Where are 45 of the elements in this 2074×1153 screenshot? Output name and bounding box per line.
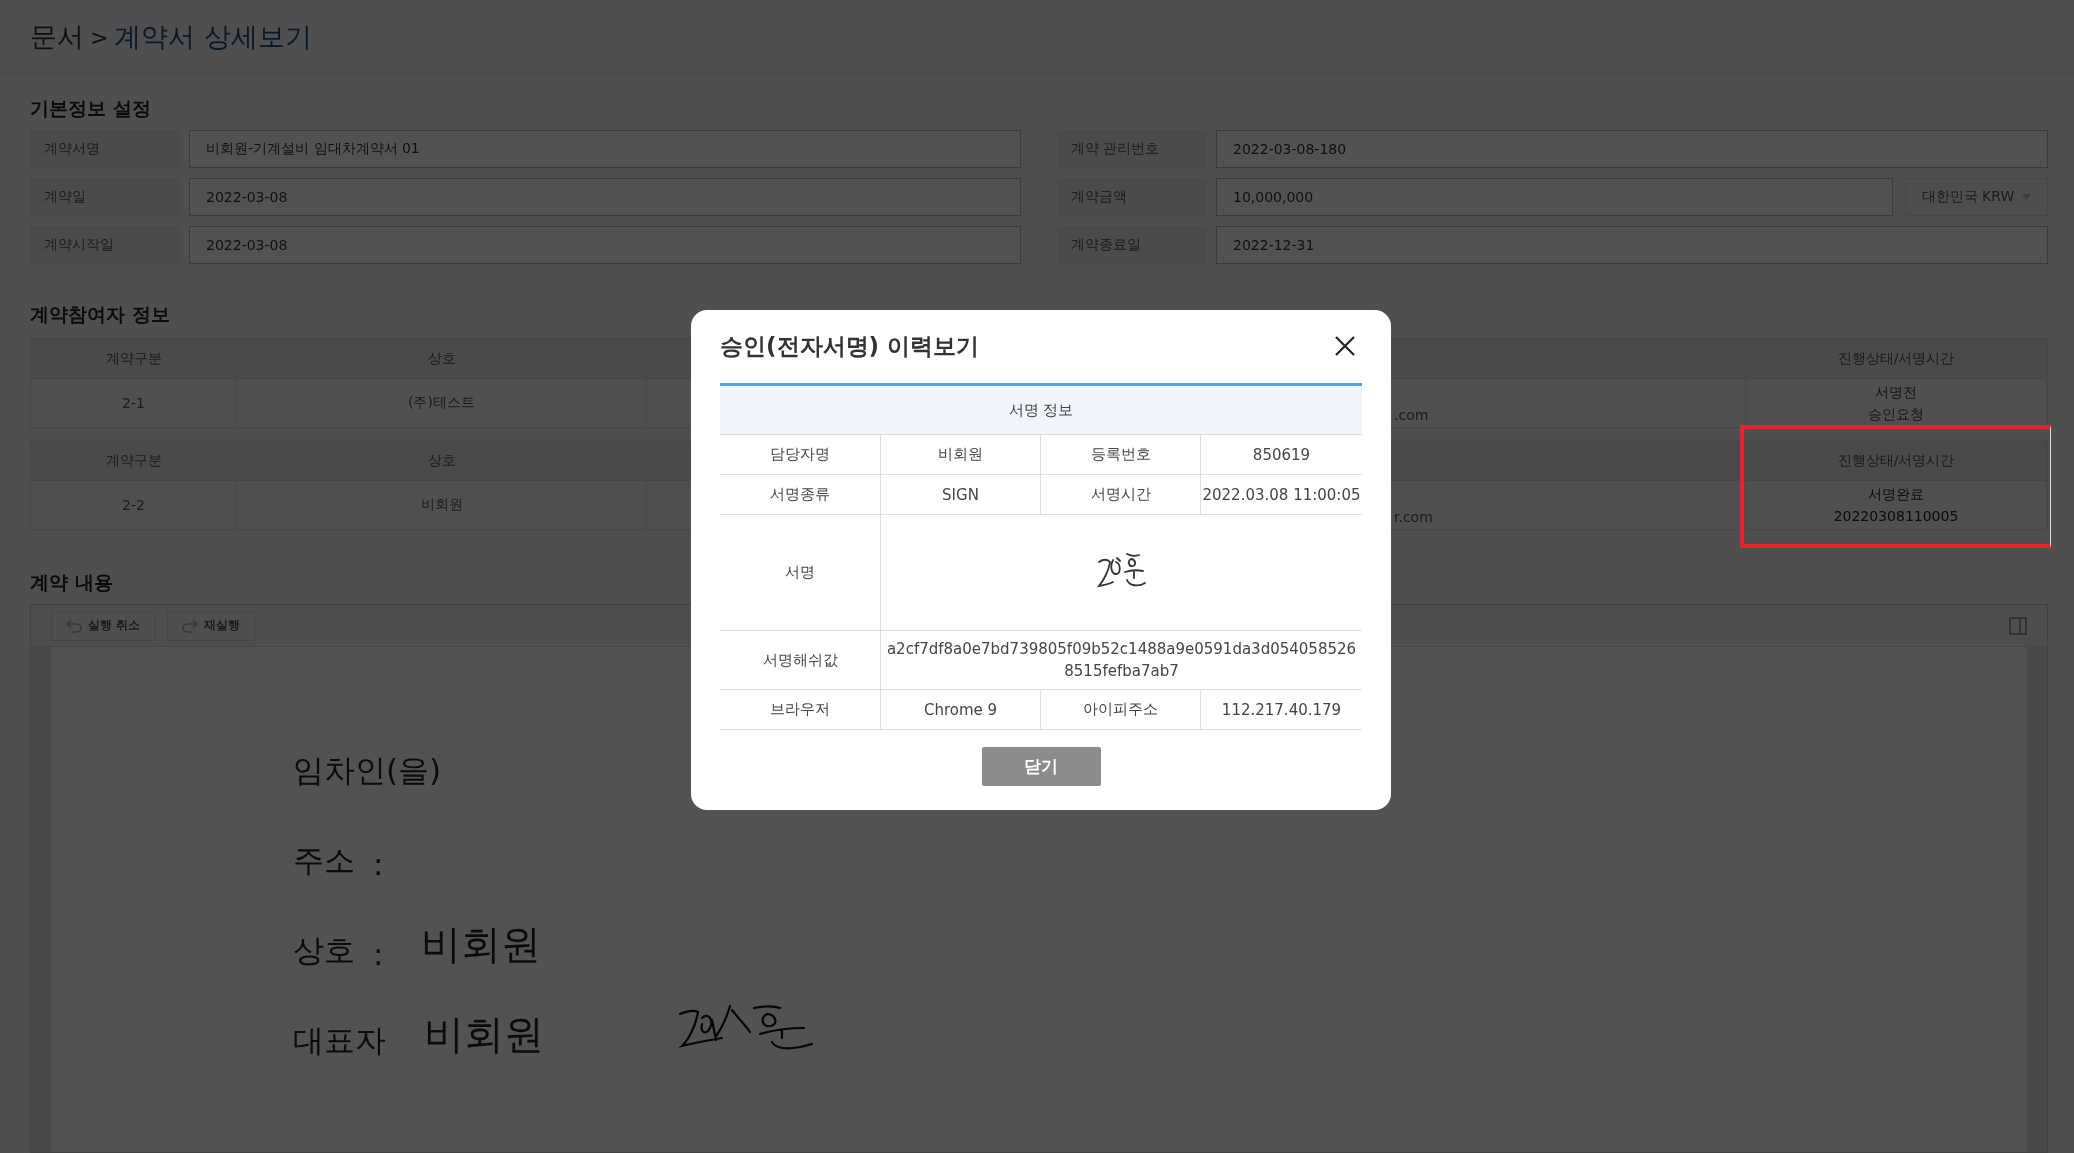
close-icon	[1334, 334, 1356, 357]
input-field[interactable]: 2022-03-08	[189, 226, 1021, 264]
input-field[interactable]: 2022-03-08	[189, 178, 1021, 216]
input-field[interactable]: 2022-03-08-180	[1216, 130, 2048, 168]
close-button[interactable]: 닫기	[981, 747, 1101, 786]
redo-icon	[182, 618, 199, 633]
status-text: 서명완료	[1868, 485, 1924, 504]
row-label: 서명	[720, 515, 881, 631]
status-text: 20220308110005	[1833, 507, 1959, 526]
row-label: 등록번호	[1041, 435, 1201, 475]
input-field[interactable]: 10,000,000	[1216, 178, 1893, 216]
page-title: 계약서 상세보기	[114, 20, 313, 54]
document-text: :	[373, 936, 384, 972]
document-text: 주소	[293, 841, 355, 880]
document-text: 비회원	[424, 1010, 544, 1059]
breadcrumb-link[interactable]: 문서	[30, 19, 84, 55]
table-cell: a2cf7df8a0e7bd739805f09b52c1488a9e0591da3d0540585268515fefba7ab7	[881, 631, 1362, 690]
row-label: 서명종류	[720, 475, 881, 515]
undo-icon	[66, 618, 82, 633]
row-label: 브라우저	[720, 690, 881, 730]
row-label: 서명시간	[1041, 475, 1201, 515]
document-text: 임차인(을)	[293, 751, 442, 790]
document-text: 대표자	[293, 1021, 386, 1060]
document-text: 상호	[293, 931, 355, 970]
status-text: 승인요청	[1868, 405, 1924, 424]
status-text: 서명전	[1875, 383, 1917, 402]
dialog-title: 승인(전자서명) 이력보기	[720, 332, 980, 361]
table-cell: 850619	[1201, 435, 1362, 475]
breadcrumb-separator: >	[90, 24, 109, 50]
section-title: 기본정보 설정	[30, 96, 151, 121]
table-cell: 2022.03.08 11:00:05	[1201, 475, 1362, 515]
row-label: 담당자명	[720, 435, 881, 475]
table-cell: SIGN	[881, 475, 1041, 515]
table-header: 서명 정보	[720, 386, 1362, 435]
row-label: 서명해쉬값	[720, 631, 881, 690]
table-cell: Chrome 9	[881, 690, 1041, 730]
section-title: 계약 내용	[30, 570, 113, 595]
input-field[interactable]: 2022-12-31	[1216, 226, 2048, 264]
table-cell: 비회원	[881, 435, 1041, 475]
section-title: 계약참여자 정보	[30, 302, 170, 327]
document-text: 비회원	[421, 920, 542, 969]
table-cell: 112.217.40.179	[1201, 690, 1362, 730]
row-label: 아이피주소	[1041, 690, 1201, 730]
input-field[interactable]: 비회원-기계설비 임대차계약서 01	[189, 130, 1021, 168]
document-text: :	[373, 846, 384, 882]
